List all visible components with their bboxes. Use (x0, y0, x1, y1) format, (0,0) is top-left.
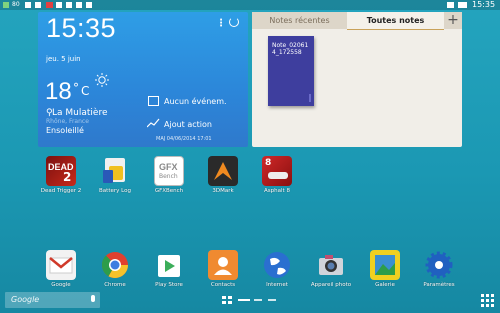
app-gfxbench[interactable]: GFX Bench GFXBench (139, 156, 199, 194)
app-label: Paramètres (423, 282, 455, 288)
app-label: Contacts (210, 282, 236, 288)
google-search-bar[interactable]: Google (5, 292, 100, 308)
app-label: 3DMark (212, 188, 234, 194)
app-chrome[interactable]: Chrome (85, 250, 145, 288)
screenshot-icon (76, 2, 82, 8)
add-action-label[interactable]: Ajout action (164, 120, 212, 129)
gmail-icon (46, 250, 76, 280)
widget-clock[interactable]: 15:35 (46, 13, 116, 44)
3dmark-icon (208, 156, 238, 186)
app-label: Play Store (155, 282, 183, 288)
app-asphalt-8[interactable]: 8 Asphalt 8 (247, 156, 307, 194)
page-overview-icon[interactable] (222, 296, 232, 304)
tab-recent-notes[interactable]: Notes récentes (252, 12, 347, 29)
gfxbench-icon: GFX Bench (154, 156, 184, 186)
notes-widget: Notes récentes Toutes notes + Note_02061… (252, 12, 462, 147)
app-google[interactable]: Google (31, 250, 91, 288)
page-indicator-active[interactable] (238, 299, 250, 301)
app-label: Internet (266, 282, 288, 288)
photo-icon (66, 2, 72, 8)
action-chart-icon (147, 118, 160, 128)
note-title: Note_020614_172558 (272, 42, 309, 56)
app-label: GFXBench (154, 188, 184, 194)
apps-grid-icon[interactable] (481, 293, 495, 307)
app-label: Dead Trigger 2 (40, 188, 82, 194)
app-battery-log[interactable]: Battery Log (85, 156, 145, 194)
app-gallery[interactable]: Galerie (355, 250, 415, 288)
app-3dmark[interactable]: 3DMark (193, 156, 253, 194)
app-label: Appareil photo (310, 282, 352, 288)
internet-icon (262, 250, 292, 280)
download-icon (86, 2, 92, 8)
google-logo: Google (11, 295, 40, 304)
usb-icon (35, 2, 41, 8)
microphone-icon[interactable] (91, 295, 95, 302)
app-camera[interactable]: Appareil photo (301, 250, 361, 288)
app-label: Battery Log (99, 188, 131, 194)
tab-all-notes[interactable]: Toutes notes (347, 12, 444, 30)
widget-date: jeu. 5 juin (46, 55, 81, 63)
bookmark-icon (309, 94, 311, 102)
page-indicator[interactable] (254, 299, 262, 301)
signal-icon (25, 2, 31, 8)
refresh-icon[interactable] (229, 17, 239, 27)
battery-log-icon (100, 156, 130, 186)
settings-icon (424, 250, 454, 280)
add-note-button[interactable]: + (444, 12, 462, 29)
temperature: 18 (45, 78, 72, 105)
menu-icon[interactable]: ⋮ (216, 18, 226, 29)
page-indicator[interactable] (268, 299, 276, 301)
gallery-icon (370, 250, 400, 280)
battery-percent: 80 (12, 1, 20, 8)
app-contacts[interactable]: Contacts (193, 250, 253, 288)
last-update: MAJ 04/06/2014 17:01 (156, 136, 212, 142)
sun-icon (95, 73, 109, 87)
app-label: Galerie (375, 282, 395, 288)
status-bar: 80 15:35 (0, 0, 500, 10)
app-label: Google (51, 282, 71, 288)
app-settings[interactable]: Paramètres (409, 250, 469, 288)
app-play-store[interactable]: Play Store (139, 250, 199, 288)
events-label[interactable]: Aucun événem. (164, 97, 227, 106)
weather-condition: Ensoleillé (46, 126, 84, 135)
app-dead-trigger-2[interactable]: DEAD 2 Dead Trigger 2 (31, 156, 91, 194)
wifi-icon (447, 2, 454, 8)
battery-icon (458, 2, 467, 8)
note-thumbnail[interactable]: Note_020614_172558 (268, 36, 314, 106)
dead-trigger-icon: DEAD 2 (46, 156, 76, 186)
notification-icon (3, 2, 9, 8)
temperature-unit: C (81, 84, 90, 98)
app-internet[interactable]: Internet (247, 250, 307, 288)
app-label: Asphalt 8 (264, 188, 290, 194)
calendar-icon (148, 96, 159, 106)
gmail-notification-icon (46, 2, 53, 8)
play-store-icon (154, 250, 184, 280)
asphalt-icon: 8 (262, 156, 292, 186)
chrome-icon (100, 250, 130, 280)
camera-icon (316, 250, 346, 280)
weather-clock-widget[interactable]: 15:35 ⋮ jeu. 5 juin 18 ° C ⚲ La Mulatièr… (38, 12, 248, 147)
app-label: Chrome (104, 282, 126, 288)
mail-icon (56, 2, 62, 8)
degree-icon: ° (73, 81, 79, 95)
region-name: Rhône, France (46, 118, 89, 125)
city-name: La Mulatière (52, 108, 108, 118)
contacts-icon (208, 250, 238, 280)
status-time: 15:35 (472, 0, 496, 9)
